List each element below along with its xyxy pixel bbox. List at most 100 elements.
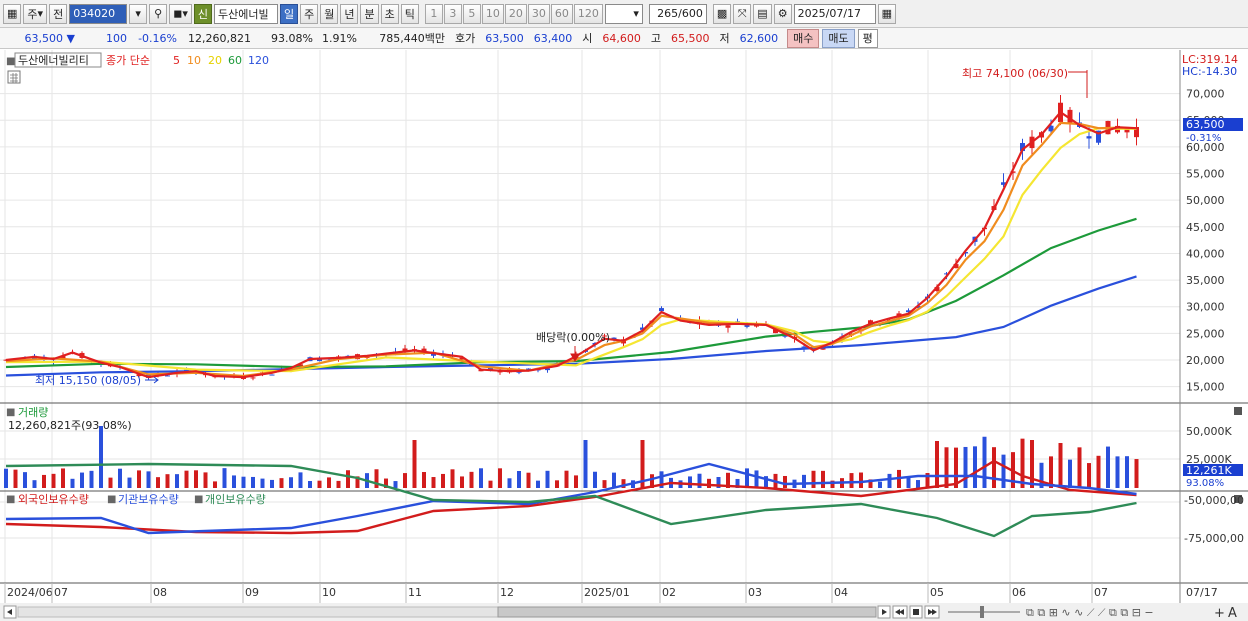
volume-bar bbox=[222, 468, 227, 488]
volume-bar bbox=[203, 472, 208, 488]
buy-button[interactable]: 매수 bbox=[787, 28, 820, 48]
period-number-20[interactable]: 20 bbox=[504, 3, 527, 24]
period-tab-5[interactable]: 초 bbox=[380, 3, 399, 24]
volume-bar bbox=[127, 477, 132, 488]
view-tools-icon[interactable]: ⧉ ⧉ ⊞ ∿ ∿ ⟋ ⟋ ⧉ ⧉ ⊟ − bbox=[1026, 606, 1154, 619]
chart-area: ■ 두산에너빌리티 종가 단순 5 10 20 60 120 LC:319.14… bbox=[0, 50, 1248, 621]
period-custom-select[interactable]: ▾ bbox=[604, 3, 643, 24]
tool-line-icon[interactable]: ⤧ bbox=[733, 3, 752, 24]
volume-bar bbox=[108, 477, 113, 488]
evaluate-button[interactable]: 평 bbox=[857, 28, 878, 48]
speaker-icon[interactable]: ◼▾ bbox=[169, 3, 192, 24]
stock-code-input[interactable]: 034020 bbox=[69, 3, 128, 24]
volume-bar bbox=[754, 470, 759, 488]
x-axis-label: 12 bbox=[500, 586, 514, 599]
layout-icon[interactable]: ▦ bbox=[3, 3, 22, 24]
x-axis-label: 02 bbox=[662, 586, 676, 599]
volume-bar bbox=[213, 481, 217, 488]
save-icon[interactable]: ▤ bbox=[753, 3, 772, 24]
code-dropdown-icon[interactable]: ▾ bbox=[129, 3, 148, 24]
shin-label: 신 bbox=[197, 7, 208, 21]
period-tab-4[interactable]: 분 bbox=[360, 3, 379, 24]
count-field[interactable]: 265/600 bbox=[648, 3, 707, 24]
candle-body bbox=[165, 375, 170, 377]
stock-code-value: 034020 bbox=[73, 7, 116, 20]
market-label: 주 bbox=[27, 7, 38, 21]
volume-bar bbox=[289, 477, 293, 488]
period-number-5[interactable]: 5 bbox=[462, 3, 481, 24]
chart-svg[interactable]: ■ 두산에너빌리티 종가 단순 5 10 20 60 120 LC:319.14… bbox=[0, 50, 1248, 621]
volume-bar bbox=[545, 470, 550, 488]
sell-button[interactable]: 매도 bbox=[822, 28, 855, 48]
volume-bar bbox=[308, 481, 312, 488]
price-change: 100 bbox=[106, 31, 127, 45]
volume-bar bbox=[89, 470, 94, 488]
date-field[interactable]: 2025/07/17 bbox=[793, 3, 876, 24]
period-tab-0[interactable]: 일 bbox=[279, 3, 299, 24]
volume-bar bbox=[327, 477, 331, 488]
period-tab-6[interactable]: 틱 bbox=[400, 3, 419, 24]
volume-bar bbox=[441, 473, 445, 488]
volume-panel-close-icon[interactable] bbox=[1234, 407, 1242, 415]
volume-bar bbox=[61, 468, 65, 488]
quote-bar: 63,500 ▼ 100 -0.16% 12,260,821 93.08% 1.… bbox=[0, 28, 1248, 49]
volume-bar bbox=[564, 470, 569, 488]
x-axis-label: 08 bbox=[153, 586, 167, 599]
period-number-120[interactable]: 120 bbox=[573, 3, 603, 24]
zoom-slider-handle[interactable] bbox=[980, 606, 984, 618]
ask-price: 63,500 bbox=[485, 31, 524, 45]
period-tab-2[interactable]: 월 bbox=[320, 3, 339, 24]
calendar-icon[interactable]: ▦ bbox=[877, 3, 897, 24]
date-value: 2025/07/17 bbox=[797, 7, 862, 20]
price-axis-label: 25,000 bbox=[1186, 327, 1225, 340]
volume-bar bbox=[4, 468, 8, 488]
candle-type-icon[interactable]: ▩ bbox=[712, 3, 732, 24]
open-price: 64,600 bbox=[602, 31, 641, 45]
font-size-icon[interactable]: A bbox=[1228, 606, 1237, 621]
volume-bar bbox=[688, 476, 692, 488]
volume-bar bbox=[146, 471, 151, 488]
volume-bar bbox=[906, 477, 911, 488]
period-number-1[interactable]: 1 bbox=[424, 3, 443, 24]
volume-bar bbox=[175, 474, 179, 488]
period-tab-3[interactable]: 년 bbox=[340, 3, 359, 24]
stock-name-field[interactable]: 두산에너빌 bbox=[213, 3, 278, 24]
price-axis-label: 40,000 bbox=[1186, 247, 1225, 260]
market-select[interactable]: 주 ▾ bbox=[23, 3, 48, 24]
price-axis-label: 50,000 bbox=[1186, 194, 1225, 207]
x-axis-label: 06 bbox=[1012, 586, 1026, 599]
volume-bar bbox=[251, 476, 255, 488]
legend-individual: 개인보유수량 bbox=[205, 493, 266, 506]
chart-toolbar: ▦ 주 ▾ 전 034020 ▾ ⚲ ◼▾ 신 두산에너빌 일주월년분초틱 135… bbox=[0, 0, 1248, 28]
volume-bar bbox=[973, 446, 977, 488]
period-number-10[interactable]: 10 bbox=[481, 3, 504, 24]
volume-bar bbox=[697, 473, 702, 488]
prev-label: 전 bbox=[53, 7, 64, 21]
volume-bar bbox=[593, 471, 597, 488]
period-tab-1[interactable]: 주 bbox=[300, 3, 319, 24]
credit-badge[interactable]: 신 bbox=[193, 3, 212, 24]
change-percent: -0.16% bbox=[138, 31, 177, 45]
volume-bar bbox=[51, 473, 56, 488]
zoom-in-icon[interactable]: + bbox=[1214, 606, 1225, 621]
price-axis-label: 15,000 bbox=[1186, 381, 1225, 394]
volume-bar bbox=[450, 469, 455, 488]
volume-bar bbox=[992, 447, 996, 488]
volume-bar bbox=[298, 472, 303, 488]
period-number-30[interactable]: 30 bbox=[527, 3, 550, 24]
period-tabs: 일주월년분초틱 bbox=[279, 3, 419, 24]
period-number-3[interactable]: 3 bbox=[443, 3, 462, 24]
price-axis-label: 35,000 bbox=[1186, 274, 1225, 287]
volume-bar bbox=[1106, 446, 1110, 488]
prev-button[interactable]: 전 bbox=[49, 3, 68, 24]
settings-gear-icon[interactable]: ⚙ bbox=[773, 3, 792, 24]
period-number-60[interactable]: 60 bbox=[550, 3, 573, 24]
x-axis-label: 05 bbox=[930, 586, 944, 599]
search-icon[interactable]: ⚲ bbox=[149, 3, 168, 24]
x-axis-label: 03 bbox=[748, 586, 762, 599]
volume-bar bbox=[422, 472, 426, 488]
scroll-thumb[interactable] bbox=[497, 606, 877, 618]
x-axis-label: 04 bbox=[834, 586, 848, 599]
volume-axis-50000k: 50,000K bbox=[1186, 425, 1232, 438]
volume-bar bbox=[393, 481, 398, 488]
